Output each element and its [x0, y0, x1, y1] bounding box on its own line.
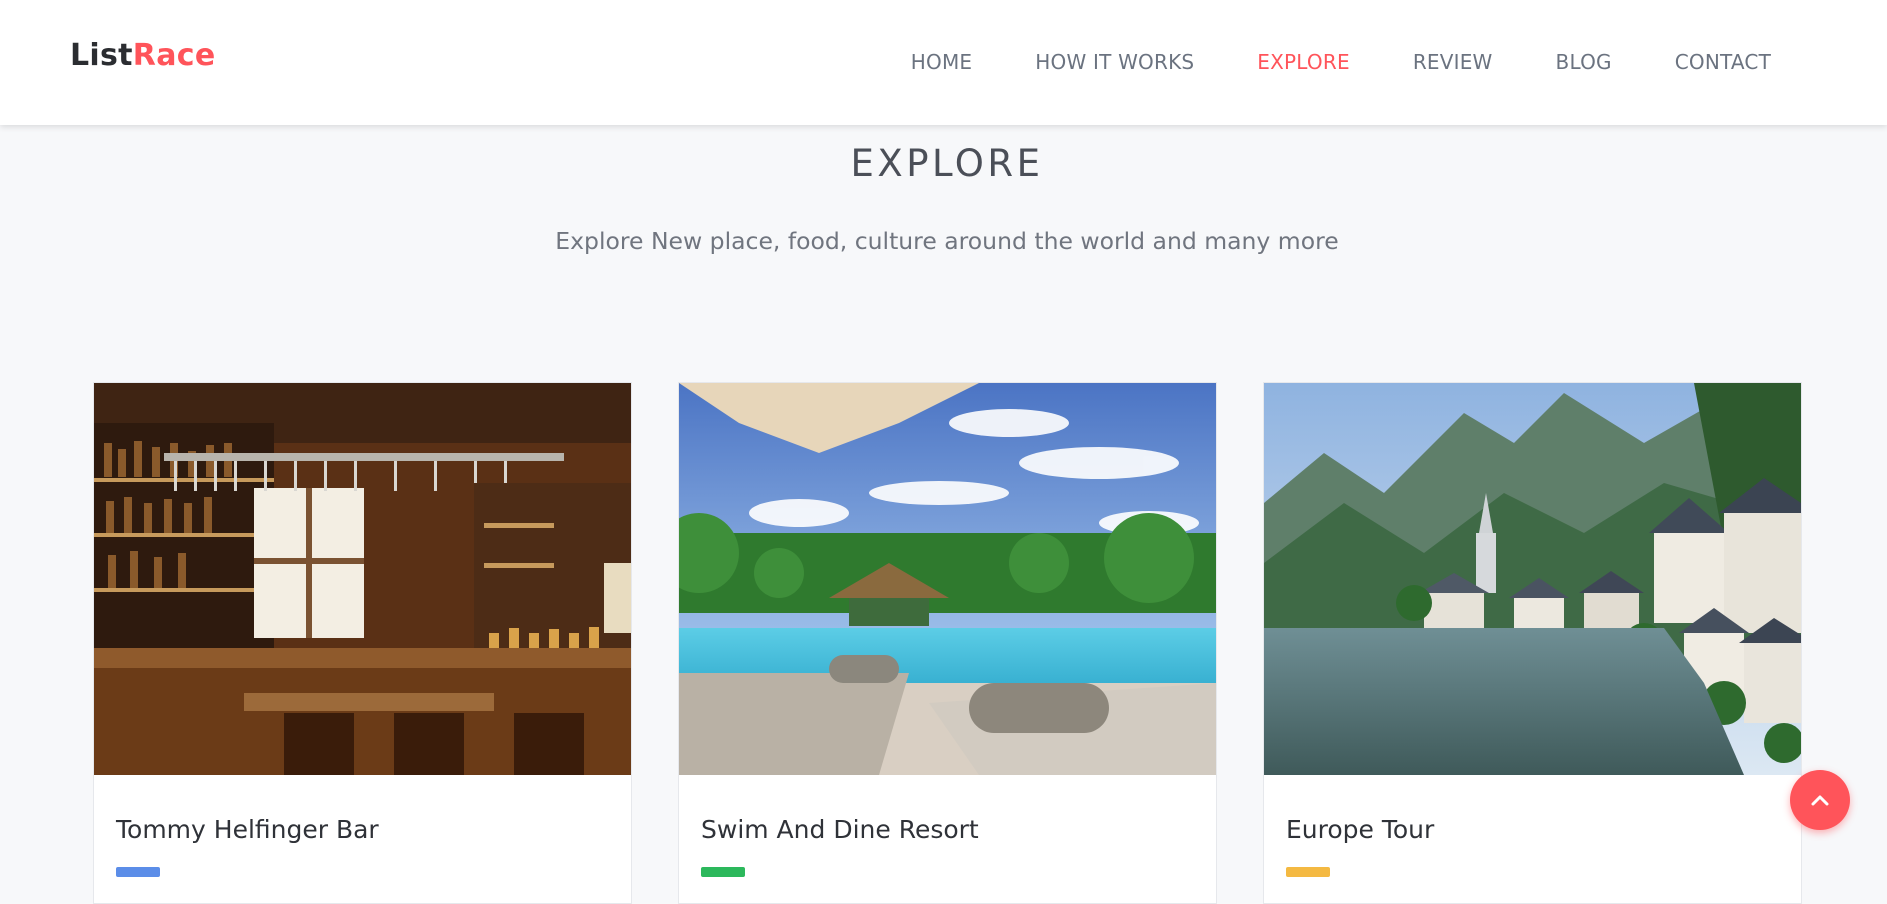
- section-subtitle: Explore New place, food, culture around …: [555, 227, 1339, 255]
- section-title: EXPLORE: [850, 142, 1044, 185]
- card-image-bar[interactable]: [94, 383, 631, 775]
- card-image-europe[interactable]: [1264, 383, 1801, 775]
- brand-logo-part2: Race: [132, 38, 216, 73]
- card-title[interactable]: Tommy Helfinger Bar: [116, 815, 379, 844]
- card-title[interactable]: Europe Tour: [1286, 815, 1434, 844]
- navbar: ListRace HOME HOW IT WORKS EXPLORE REVIE…: [0, 0, 1887, 125]
- card-category-tag: [1286, 867, 1330, 877]
- card-image-resort[interactable]: [679, 383, 1216, 775]
- brand-logo[interactable]: ListRace: [70, 38, 215, 73]
- card-category-tag: [701, 867, 745, 877]
- brand-logo-part1: List: [70, 38, 133, 73]
- main-menu: HOME HOW IT WORKS EXPLORE REVIEW BLOG CO…: [911, 50, 1771, 74]
- card-title[interactable]: Swim And Dine Resort: [701, 815, 979, 844]
- nav-item-how-it-works[interactable]: HOW IT WORKS: [1035, 50, 1194, 74]
- explore-card-europe[interactable]: Europe Tour: [1263, 382, 1802, 904]
- scroll-to-top-button[interactable]: [1790, 770, 1850, 830]
- explore-card-bar[interactable]: Tommy Helfinger Bar: [93, 382, 632, 904]
- explore-card-resort[interactable]: Swim And Dine Resort: [678, 382, 1217, 904]
- nav-item-home[interactable]: HOME: [911, 50, 972, 74]
- card-category-tag: [116, 867, 160, 877]
- nav-item-contact[interactable]: CONTACT: [1675, 50, 1771, 74]
- nav-item-review[interactable]: REVIEW: [1413, 50, 1493, 74]
- nav-item-blog[interactable]: BLOG: [1556, 50, 1612, 74]
- nav-item-explore[interactable]: EXPLORE: [1257, 50, 1350, 74]
- chevron-up-icon: [1809, 789, 1831, 811]
